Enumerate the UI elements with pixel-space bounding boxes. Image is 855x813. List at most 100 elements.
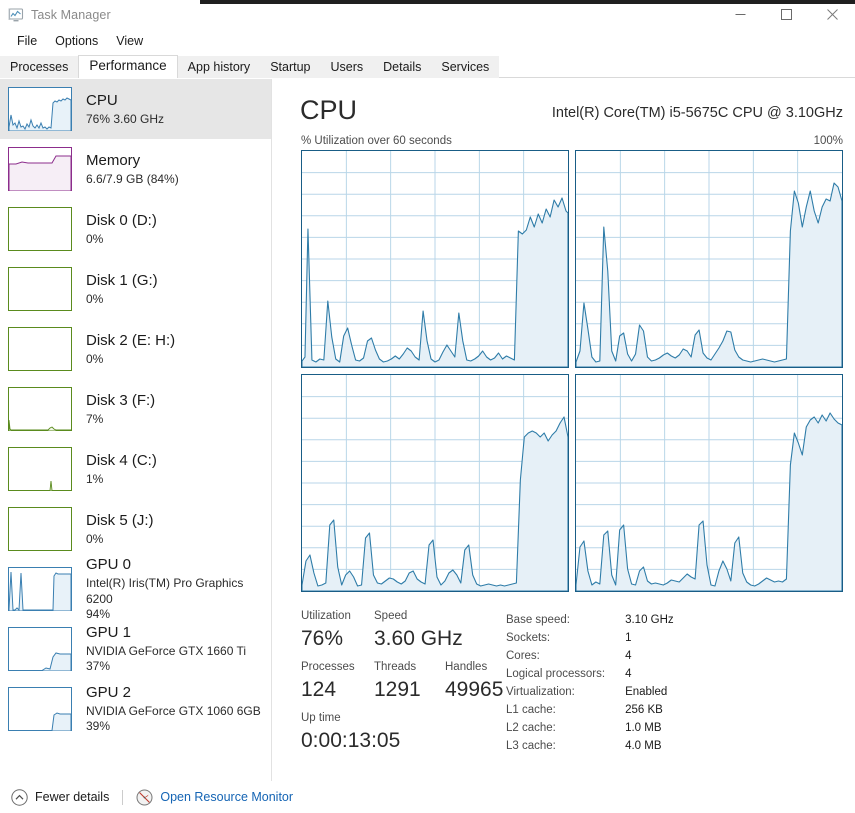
sidebar-item-disk1-title: Disk 1 (G:) (86, 271, 158, 289)
tab-startup[interactable]: Startup (260, 56, 321, 78)
table-row: L1 cache: 256 KB (506, 701, 674, 719)
table-row: Cores: 4 (506, 647, 674, 665)
tab-services[interactable]: Services (431, 56, 500, 78)
virtualization-key: Virtualization: (506, 686, 575, 698)
sidebar-item-disk1[interactable]: Disk 1 (G:) 0% (0, 259, 271, 319)
cpu-graph-0[interactable] (301, 150, 569, 368)
cpu-graph-3-svg (576, 375, 842, 591)
logical-processor-graph-grid (301, 150, 843, 595)
cores-key: Cores: (506, 650, 540, 662)
close-icon[interactable] (809, 0, 855, 29)
sidebar-item-gpu0-sub: Intel(R) Iris(TM) Pro Graphics 6200 (86, 576, 244, 606)
tab-details[interactable]: Details (373, 56, 432, 78)
table-row: Sockets: 1 (506, 629, 674, 647)
resource-sidebar[interactable]: CPU 76% 3.60 GHz Memory 6.6/7.9 GB (84%)… (0, 79, 272, 781)
uptime-value: 0:00:13:05 (301, 729, 401, 752)
sidebar-item-disk5-sub: 0% (86, 531, 104, 546)
sidebar-item-disk5-title: Disk 5 (J:) (86, 511, 154, 529)
disk3-thumbnail-graph (8, 387, 72, 431)
l1-cache-key: L1 cache: (506, 704, 556, 716)
speed-value: 3.60 GHz (374, 627, 463, 650)
cpu-graph-3[interactable] (575, 374, 843, 592)
utilization-label: Utilization (301, 610, 351, 622)
maximize-icon[interactable] (763, 0, 809, 29)
l3-cache-value: 4.0 MB (625, 740, 662, 752)
sidebar-item-disk5[interactable]: Disk 5 (J:) 0% (0, 499, 271, 559)
sidebar-item-gpu2-sub2: 39% (86, 719, 111, 733)
cpu-graph-2[interactable] (301, 374, 569, 592)
tab-strip: Processes Performance App history Startu… (0, 55, 855, 78)
menu-item-options[interactable]: Options (46, 32, 107, 51)
logical-processors-value: 4 (625, 668, 632, 680)
sidebar-item-gpu0[interactable]: GPU 0 Intel(R) Iris(TM) Pro Graphics 620… (0, 556, 271, 621)
table-row: L3 cache: 4.0 MB (506, 737, 674, 755)
resource-monitor-icon (136, 789, 153, 806)
cpu-graph-1[interactable] (575, 150, 843, 368)
sidebar-item-gpu0-title: GPU 0 (86, 556, 132, 573)
title-bar: Task Manager (0, 0, 855, 29)
stat-speed: Speed 3.60 GHz (374, 609, 463, 654)
table-row: Logical processors: 4 (506, 665, 674, 683)
menu-bar: File Options View (0, 29, 855, 54)
disk0-thumbnail-graph (8, 207, 72, 251)
stat-processes: Processes 124 (301, 660, 355, 705)
table-row: Virtualization: Enabled (506, 683, 674, 701)
fewer-details-button[interactable]: Fewer details (11, 788, 109, 806)
threads-value: 1291 (374, 678, 421, 701)
tab-users[interactable]: Users (320, 56, 374, 78)
sidebar-item-memory[interactable]: Memory 6.6/7.9 GB (84%) (0, 139, 271, 199)
cpu-stats-left-column: Utilization 76% Speed 3.60 GHz Processes… (301, 609, 503, 762)
cpu-graph-1-svg (576, 151, 842, 367)
stat-handles: Handles 49965 (445, 660, 503, 705)
disk4-thumbnail-graph (8, 447, 72, 491)
sockets-key: Sockets: (506, 632, 551, 644)
gpu0-thumbnail-graph (8, 567, 72, 611)
cpu-details-table: Base speed: 3.10 GHz Sockets: 1 Cores: 4… (506, 611, 674, 755)
threads-label: Threads (374, 661, 417, 673)
base-speed-key: Base speed: (506, 614, 570, 626)
cpu-graph-0-svg (302, 151, 568, 367)
processes-value: 124 (301, 678, 337, 701)
tab-app-history[interactable]: App history (177, 56, 261, 78)
sidebar-item-disk4[interactable]: Disk 4 (C:) 1% (0, 439, 271, 499)
stat-utilization: Utilization 76% (301, 609, 351, 654)
sidebar-item-disk0[interactable]: Disk 0 (D:) 0% (0, 199, 271, 259)
tab-performance[interactable]: Performance (78, 55, 178, 78)
sidebar-item-disk2-sub: 0% (86, 351, 104, 366)
utilization-value: 76% (301, 627, 344, 650)
sidebar-item-disk0-sub: 0% (86, 231, 104, 246)
performance-detail-pane: CPU Intel(R) Core(TM) i5-5675C CPU @ 3.1… (273, 79, 855, 781)
cpu-thumbnail-graph (8, 87, 72, 131)
stat-row-uptime: Up time 0:00:13:05 (301, 711, 501, 762)
open-resource-monitor-link[interactable]: Open Resource Monitor (136, 789, 293, 806)
gpu1-thumbnail-graph (8, 627, 72, 671)
sidebar-item-gpu1[interactable]: GPU 1 NVIDIA GeForce GTX 1660 Ti 37% (0, 619, 271, 679)
sidebar-item-disk3[interactable]: Disk 3 (F:) 7% (0, 379, 271, 439)
menu-item-view[interactable]: View (107, 32, 152, 51)
stat-row-utilization-speed: Utilization 76% Speed 3.60 GHz (301, 609, 501, 660)
sidebar-item-memory-sub: 6.6/7.9 GB (84%) (86, 171, 179, 186)
status-bar-divider (122, 789, 124, 805)
open-resource-monitor-label: Open Resource Monitor (160, 790, 294, 804)
sidebar-item-gpu1-sub: NVIDIA GeForce GTX 1660 Ti (86, 644, 247, 658)
window-controls (717, 0, 855, 29)
menu-item-file[interactable]: File (8, 32, 46, 51)
table-row: Base speed: 3.10 GHz (506, 611, 674, 629)
sidebar-item-disk4-sub: 1% (86, 471, 104, 486)
page-title: CPU (300, 95, 358, 125)
stat-row-processes-threads-handles: Processes 124 Threads 1291 Handles 49965 (301, 660, 503, 711)
tab-processes[interactable]: Processes (0, 56, 79, 78)
sidebar-item-disk2[interactable]: Disk 2 (E: H:) 0% (0, 319, 271, 379)
l2-cache-value: 1.0 MB (625, 722, 662, 734)
gpu2-thumbnail-graph (8, 687, 72, 731)
chevron-up-circle-icon (11, 788, 28, 806)
uptime-label: Up time (301, 712, 341, 724)
sidebar-item-gpu2-sub: NVIDIA GeForce GTX 1060 6GB (86, 704, 261, 718)
sidebar-item-gpu2[interactable]: GPU 2 NVIDIA GeForce GTX 1060 6GB 39% (0, 679, 271, 739)
minimize-icon[interactable] (717, 0, 763, 29)
cores-value: 4 (625, 650, 632, 662)
processes-label: Processes (301, 661, 355, 673)
sidebar-item-cpu[interactable]: CPU 76% 3.60 GHz (0, 79, 271, 139)
memory-thumbnail-graph (8, 147, 72, 191)
sidebar-item-gpu1-sub2: 37% (86, 659, 111, 673)
